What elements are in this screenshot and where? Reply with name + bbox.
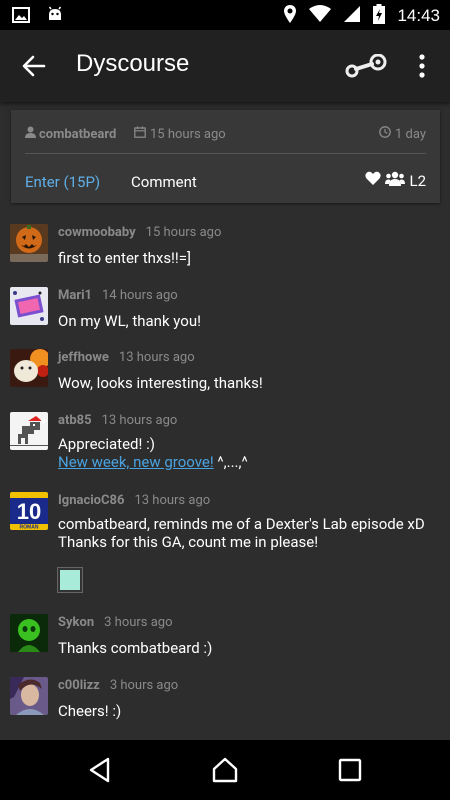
comment-text: On my WL, thank you! xyxy=(58,312,201,330)
giveaway-created: 15 hours ago xyxy=(134,126,226,142)
comment-username[interactable]: IgnacioC86 xyxy=(58,493,124,508)
nav-home-icon[interactable] xyxy=(212,756,238,788)
status-bar: 14:43 xyxy=(0,0,450,30)
back-arrow-icon[interactable] xyxy=(20,52,48,80)
comment-line: combatbeard, reminds me of a Dexter's La… xyxy=(58,515,425,533)
comment-time: 3 hours ago xyxy=(104,615,173,630)
comment-time: 3 hours ago xyxy=(109,678,179,693)
avatar[interactable] xyxy=(10,287,48,325)
comment-header: jeffhowe 13 hours ago xyxy=(58,350,195,365)
comment-attachment[interactable] xyxy=(57,567,83,593)
comment-text: Wow, looks interesting, thanks! xyxy=(58,374,263,392)
giveaway-meta: combatbeard 15 hours ago 1 day xyxy=(25,126,426,146)
giveaway-card: combatbeard 15 hours ago 1 day Enter (15… xyxy=(11,110,440,203)
android-notification-icon xyxy=(46,6,64,28)
calendar-icon xyxy=(134,126,146,142)
group-icon xyxy=(385,171,406,190)
comment-username[interactable]: atb85 xyxy=(58,413,92,428)
comment-header: Sykon 3 hours ago xyxy=(58,615,173,630)
comment-time: 13 hours ago xyxy=(134,493,211,508)
steam-icon[interactable] xyxy=(344,53,388,82)
comment-time: 15 hours ago xyxy=(145,225,222,240)
svg-text:10: 10 xyxy=(17,499,41,524)
comment-header: cowmoobaby 15 hours ago xyxy=(58,225,221,240)
comment-button[interactable]: Comment xyxy=(131,173,197,191)
giveaway-restrictions: L2 xyxy=(365,171,426,190)
divider xyxy=(25,153,426,154)
nav-back-icon[interactable] xyxy=(88,756,112,788)
giveaway-author[interactable]: combatbeard xyxy=(25,126,116,142)
comment-username[interactable]: jeffhowe xyxy=(58,350,109,365)
comment-header: Mari1 14 hours ago xyxy=(58,288,178,303)
author-name: combatbeard xyxy=(39,126,117,142)
avatar[interactable] xyxy=(10,412,48,450)
comment-link[interactable]: New week, new groove! xyxy=(58,453,214,471)
comment-text: combatbeard, reminds me of a Dexter's La… xyxy=(58,515,425,551)
comment-text: Appreciated! :) New week, new groove! ^,… xyxy=(58,435,248,471)
gallery-notification-icon xyxy=(12,6,30,28)
comment-username[interactable]: Sykon xyxy=(58,615,94,630)
created-time: 15 hours ago xyxy=(150,126,226,142)
comment-line: New week, new groove! ^,...,^ xyxy=(58,453,248,471)
avatar[interactable] xyxy=(10,349,48,387)
battery-icon xyxy=(373,4,386,28)
comment-header: IgnacioC86 13 hours ago xyxy=(58,493,210,508)
comment-username[interactable]: cowmoobaby xyxy=(58,225,136,240)
comment-username[interactable]: Mari1 xyxy=(58,288,92,303)
signal-icon xyxy=(343,5,361,27)
comment-text: Cheers! :) xyxy=(58,702,122,720)
avatar[interactable]: 10 ROMAN xyxy=(10,492,48,530)
giveaway-remaining: 1 day xyxy=(379,126,426,142)
comment-header: c00lizz 3 hours ago xyxy=(58,678,178,693)
clock-icon xyxy=(379,126,391,142)
remaining-time: 1 day xyxy=(395,126,426,142)
comment-time: 13 hours ago xyxy=(118,350,195,365)
page-title: Dyscourse xyxy=(76,50,190,77)
user-icon xyxy=(25,126,36,142)
comment-link-tail: ^,...,^ xyxy=(213,453,248,471)
comment-header: atb85 13 hours ago xyxy=(58,413,177,428)
avatar[interactable] xyxy=(10,224,48,262)
location-icon xyxy=(283,4,297,28)
app-bar: Dyscourse xyxy=(0,30,450,102)
comment-text: first to enter thxs!!=] xyxy=(58,249,192,267)
comment-text: Thanks combatbeard :) xyxy=(58,639,213,657)
level-label: L2 xyxy=(409,171,426,190)
avatar[interactable] xyxy=(10,677,48,715)
comment-time: 13 hours ago xyxy=(101,413,178,428)
clock: 14:43 xyxy=(397,6,440,25)
comment-line: Thanks for this GA, count me in please! xyxy=(58,533,319,551)
comment-time: 14 hours ago xyxy=(102,288,178,303)
comment-line: Appreciated! :) xyxy=(58,435,155,453)
avatar[interactable] xyxy=(10,614,48,652)
heart-icon xyxy=(365,171,382,190)
svg-text:ROMAN: ROMAN xyxy=(20,525,39,531)
system-navigation-bar xyxy=(0,740,450,800)
wifi-icon xyxy=(309,5,332,27)
more-options-icon[interactable] xyxy=(412,52,432,84)
comment-username[interactable]: c00lizz xyxy=(58,678,100,693)
nav-recents-icon[interactable] xyxy=(338,756,362,788)
enter-button[interactable]: Enter (15P) xyxy=(25,173,100,191)
